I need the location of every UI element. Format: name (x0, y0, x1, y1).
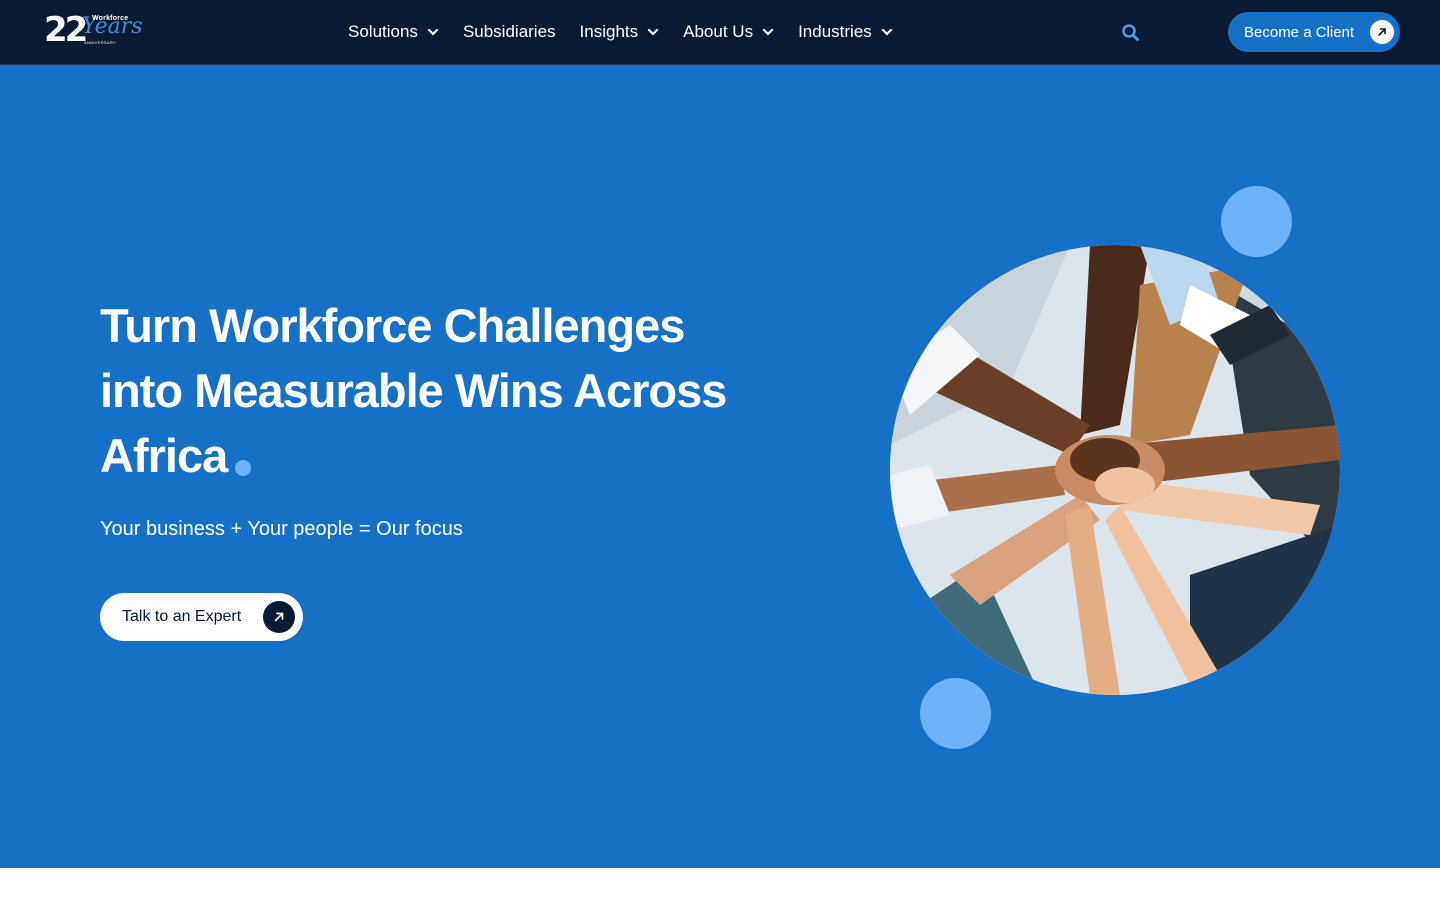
company-logo[interactable]: 22 Years Workforce ANNIVERSARY (44, 10, 143, 50)
arrow-up-right-icon (1370, 20, 1394, 44)
headline-line-1: Turn Workforce Challenges (100, 299, 685, 352)
chevron-down-icon (762, 26, 774, 38)
nav-item-label: Solutions (348, 22, 418, 41)
chevron-down-icon (881, 26, 893, 38)
nav-item-label: About Us (683, 22, 754, 41)
logo-number: 22 (44, 10, 88, 50)
arrow-up-right-icon (263, 601, 295, 633)
nav-item-industries[interactable]: Industries (798, 0, 893, 64)
headline-line-2: into Measurable Wins Across (100, 364, 727, 417)
chevron-down-icon (647, 26, 659, 38)
hero-subheadline: Your business + Your people = Our focus (100, 518, 463, 540)
decorative-bubble-bottom (920, 678, 991, 749)
talk-to-expert-button[interactable]: Talk to an Expert (100, 593, 303, 641)
main-nav: Solutions Subsidiaries Insights About Us… (348, 0, 917, 64)
hero-headline: Turn Workforce Challenges into Measurabl… (100, 293, 760, 488)
team-hands-photo (890, 245, 1340, 695)
nav-item-about-us[interactable]: About Us (683, 0, 774, 64)
nav-item-label: Industries (798, 22, 872, 41)
hero-section: Turn Workforce Challenges into Measurabl… (0, 65, 1440, 868)
become-client-label: Become a Client (1244, 23, 1355, 41)
nav-item-label: Insights (579, 22, 639, 41)
logo-caption: ANNIVERSARY (84, 40, 116, 45)
nav-item-solutions[interactable]: Solutions (348, 0, 439, 64)
nav-item-label: Subsidiaries (462, 22, 556, 41)
logo-brand: Workforce (92, 15, 129, 22)
accent-dot (235, 460, 252, 476)
site-header: 22 Years Workforce ANNIVERSARY Solutions… (0, 0, 1440, 65)
nav-item-insights[interactable]: Insights (580, 0, 660, 64)
search-icon[interactable] (1121, 23, 1140, 42)
headline-line-3: Africa (100, 429, 228, 482)
chevron-down-icon (427, 26, 439, 38)
talk-to-expert-label: Talk to an Expert (122, 608, 242, 625)
become-client-button[interactable]: Become a Client (1228, 12, 1400, 52)
nav-item-subsidiaries[interactable]: Subsidiaries (463, 0, 556, 64)
decorative-bubble-top (1221, 186, 1292, 257)
